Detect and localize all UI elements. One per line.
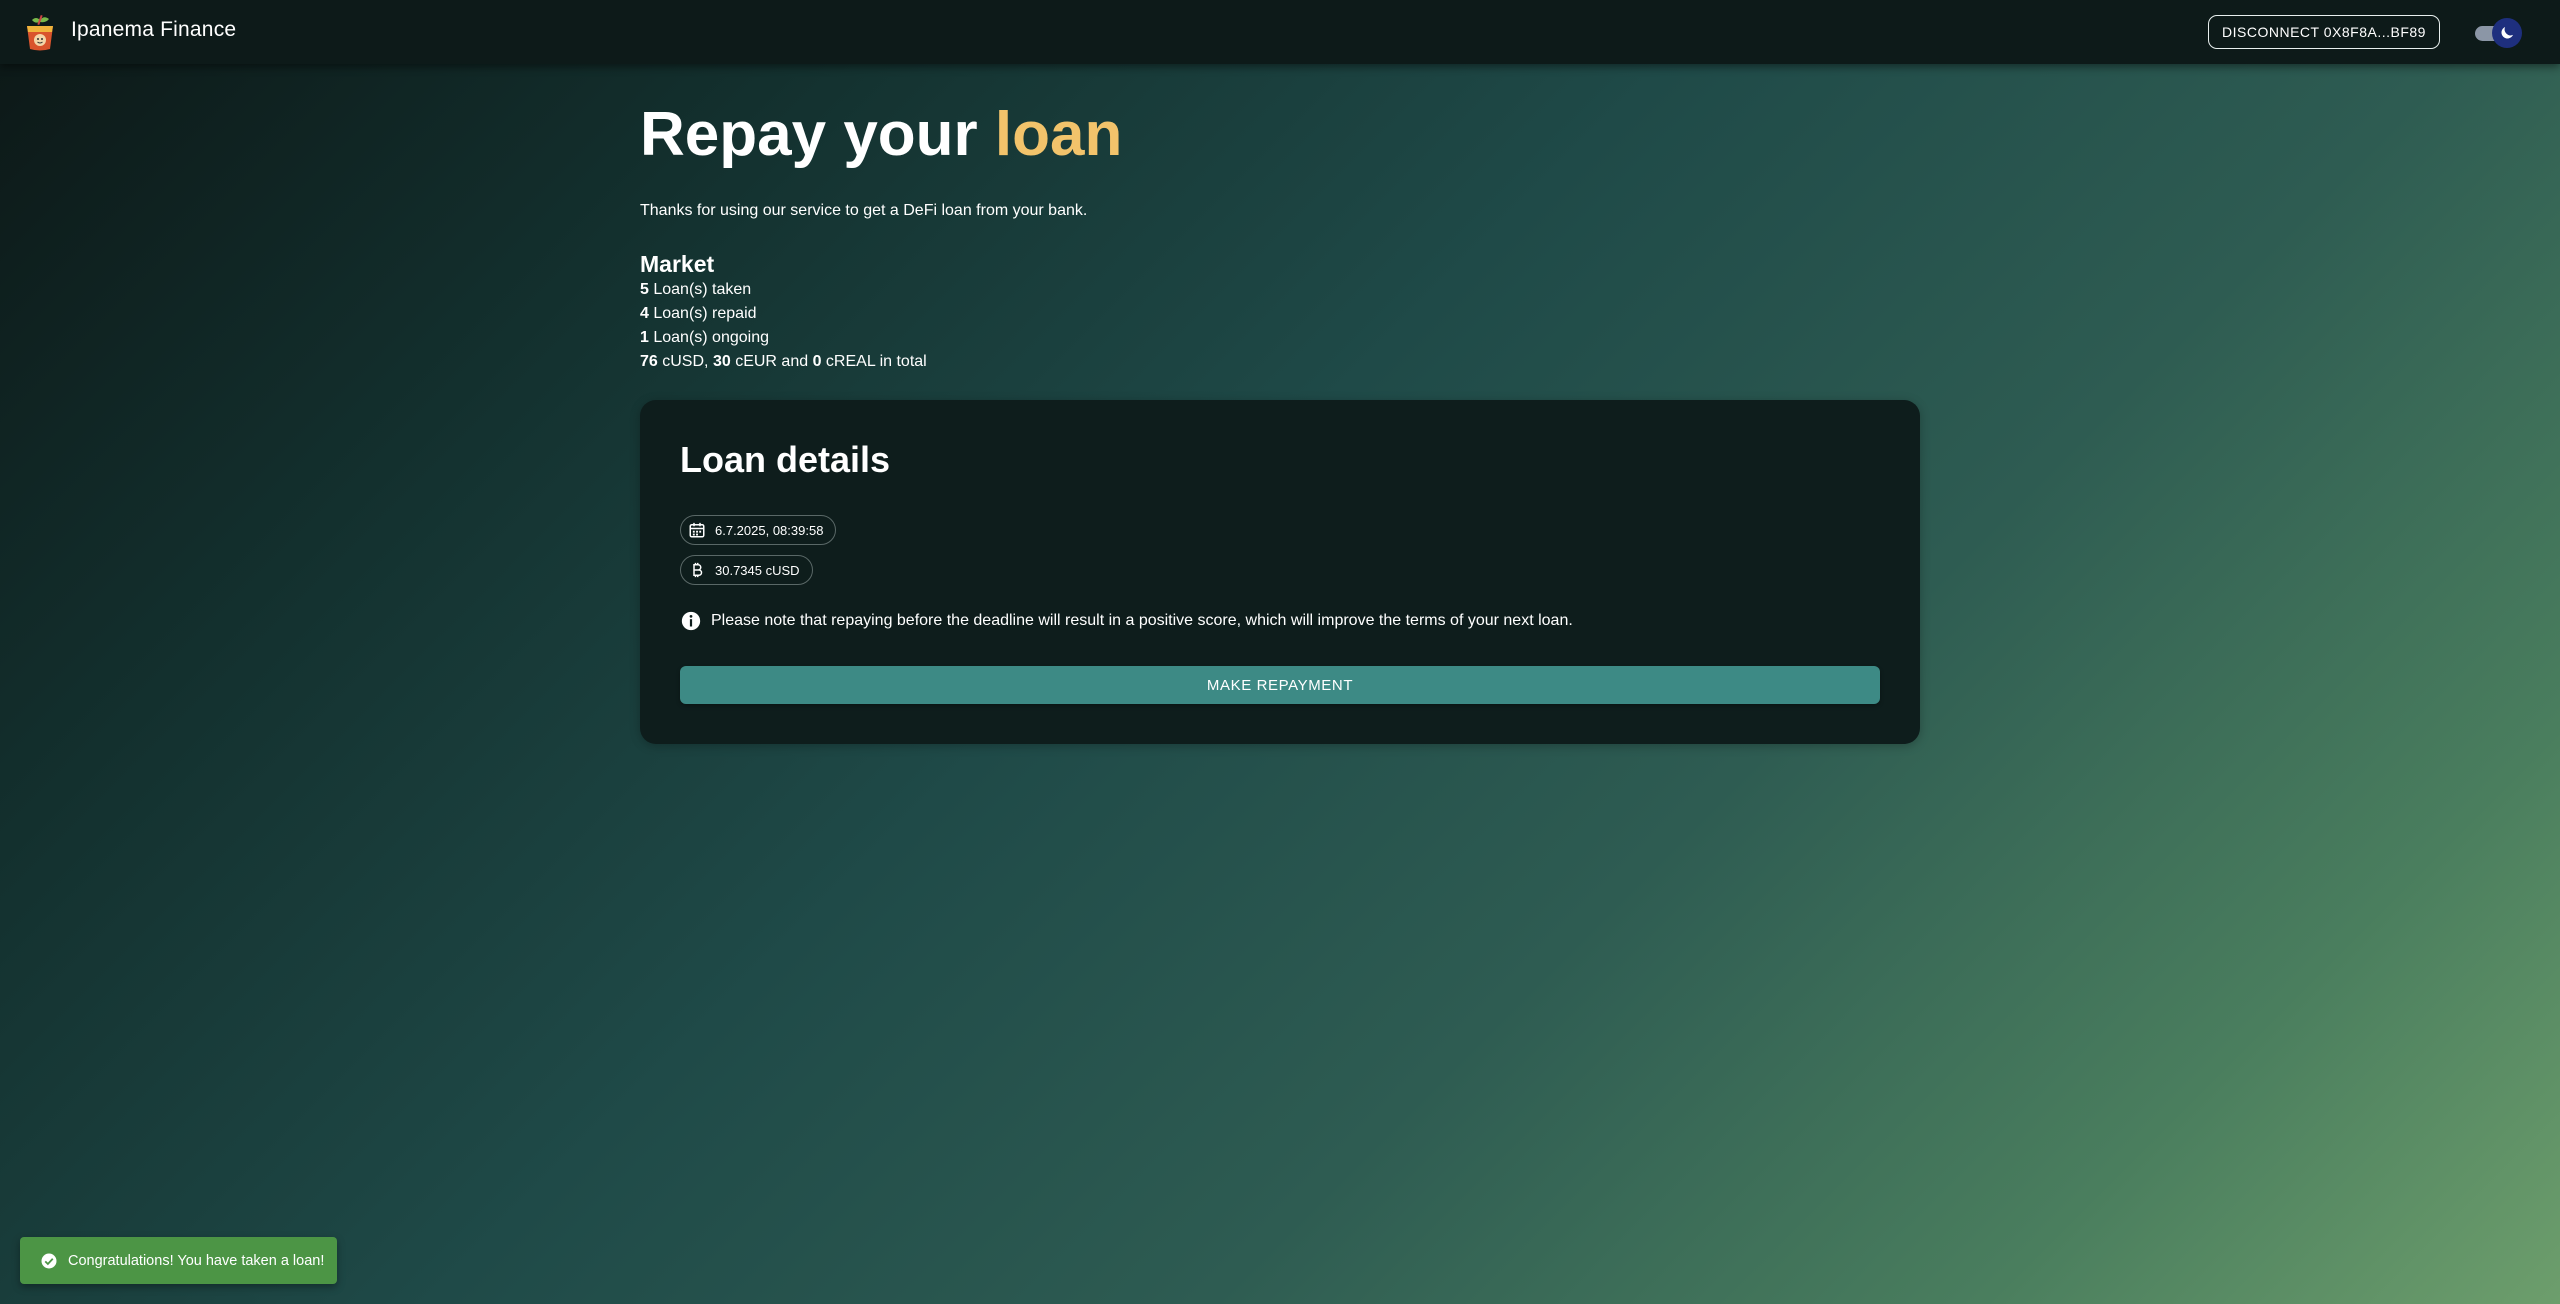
loans-ongoing-label: Loan(s) ongoing — [653, 329, 769, 346]
app-name: Ipanema Finance — [71, 18, 237, 41]
repayment-notice-text: Please note that repaying before the dea… — [711, 612, 1573, 629]
total-cusd-label: cUSD, — [662, 353, 709, 370]
loan-date-chip: 6.7.2025, 08:39:58 — [680, 515, 837, 545]
cocktail-logo-icon — [22, 14, 58, 52]
check-circle-icon — [40, 1252, 58, 1270]
success-snackbar: Congratulations! You have taken a loan! — [20, 1237, 337, 1284]
loan-details-title: Loan details — [680, 439, 891, 480]
loan-date: 6.7.2025, 08:39:58 — [715, 522, 824, 538]
market-loans-repaid: 4 Loan(s) repaid — [640, 305, 757, 323]
intro-text: Thanks for using our service to get a De… — [640, 202, 1088, 219]
market-loans-ongoing: 1 Loan(s) ongoing — [640, 329, 769, 347]
total-cusd-amount: 76 — [640, 353, 658, 370]
total-ceur-label: cEUR and — [735, 353, 809, 370]
loans-repaid-label: Loan(s) repaid — [653, 305, 757, 322]
page-title-main: Repay your — [640, 100, 978, 169]
repayment-notice: Please note that repaying before the dea… — [680, 610, 1573, 632]
loan-amount-chip: 30.7345 cUSD — [680, 555, 813, 585]
loan-details-card: Loan details 6.7.2025, 08:39:58 30.7345 … — [640, 400, 1920, 744]
total-ceur-amount: 30 — [712, 353, 731, 370]
page-title-accent: loan — [994, 100, 1123, 169]
moon-icon — [2492, 18, 2522, 48]
theme-toggle[interactable] — [2472, 18, 2522, 48]
total-creal-label: cREAL in total — [825, 353, 927, 370]
loans-ongoing-count: 1 — [640, 329, 649, 346]
info-icon — [680, 610, 702, 632]
market-loans-taken: 5 Loan(s) taken — [640, 281, 751, 299]
market-title: Market — [640, 251, 715, 277]
make-repayment-button[interactable]: MAKE REPAYMENT — [680, 666, 1880, 704]
disconnect-wallet-button[interactable]: DISCONNECT 0X8F8A...BF89 — [2208, 15, 2440, 49]
market-total: 76 cUSD, 30 cEUR and 0 cREAL in total — [640, 353, 927, 371]
calendar-icon — [688, 521, 706, 539]
snackbar-message: Congratulations! You have taken a loan! — [68, 1252, 325, 1269]
loans-taken-count: 5 — [640, 281, 649, 298]
loans-repaid-count: 4 — [640, 305, 649, 322]
loans-taken-label: Loan(s) taken — [653, 281, 752, 298]
page-title: Repay your loan — [640, 104, 1122, 166]
total-creal-amount: 0 — [812, 353, 822, 370]
loan-amount: 30.7345 cUSD — [715, 562, 800, 578]
bitcoin-icon — [688, 561, 706, 579]
top-app-bar: Ipanema Finance DISCONNECT 0X8F8A...BF89 — [0, 0, 2560, 64]
